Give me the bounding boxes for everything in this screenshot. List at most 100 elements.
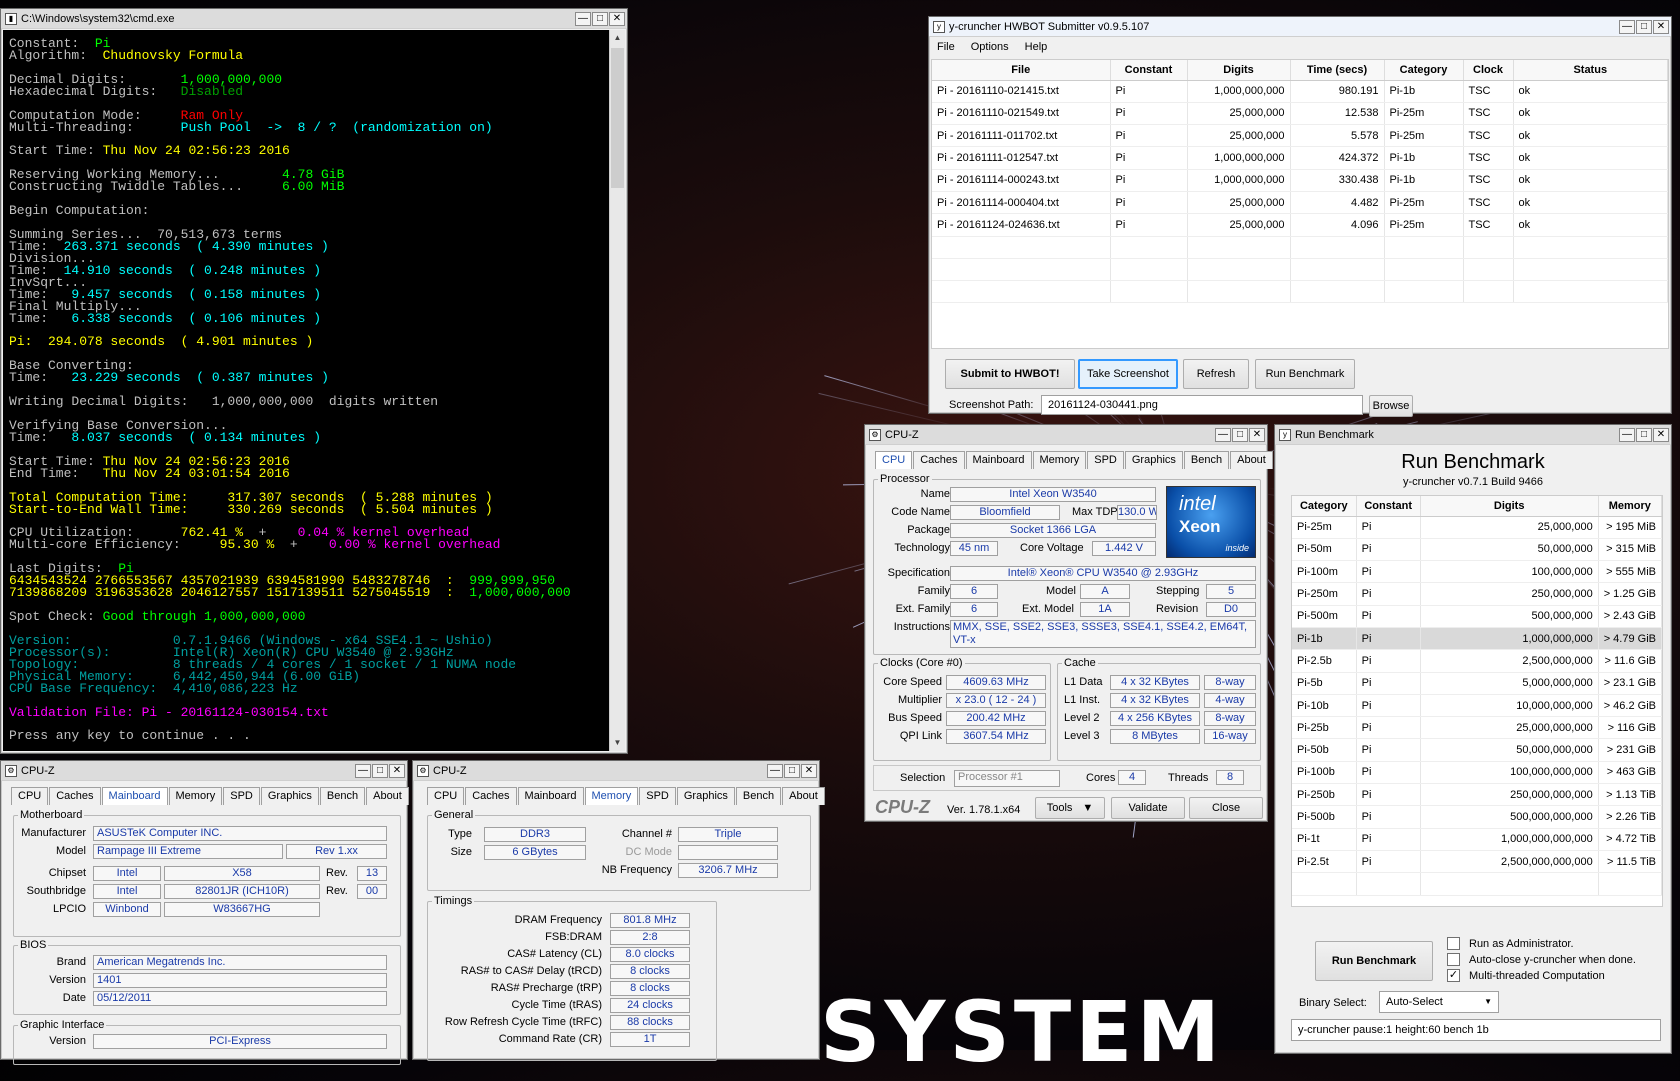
table-row[interactable]: Pi - 20161110-021549.txt Pi 25,000,000 12.5… <box>932 102 1668 126</box>
column-header[interactable]: Clock <box>1463 60 1514 81</box>
minimize-button[interactable]: — <box>1619 19 1635 34</box>
browse-button[interactable]: Browse <box>1369 395 1413 417</box>
cpuz-titlebar[interactable]: ⚙ CPU-Z — □ ✕ <box>865 425 1267 445</box>
processor-select[interactable]: Processor #1 <box>954 770 1060 787</box>
maximize-button[interactable]: □ <box>372 763 388 778</box>
close-button[interactable]: ✕ <box>1653 427 1669 442</box>
auto-close-checkbox[interactable] <box>1447 953 1460 966</box>
cpuz-close-button[interactable]: Close <box>1189 797 1263 819</box>
tab-memory[interactable]: Memory <box>584 787 639 805</box>
table-row[interactable]: Pi-1t Pi 1,000,000,000,000 > 4.72 TiB <box>1292 828 1662 851</box>
column-header[interactable]: Category <box>1384 60 1464 81</box>
column-header[interactable]: Memory <box>1598 496 1662 517</box>
tab-bench[interactable]: Bench <box>735 787 782 805</box>
run-benchmark-window[interactable]: y Run Benchmark — □ ✕ Run Benchmark y-crun… <box>1274 424 1672 1054</box>
console-scrollbar[interactable]: ▲ ▼ <box>609 30 625 751</box>
menu-file[interactable]: File <box>937 41 955 53</box>
cmd-window[interactable]: ▮ C:\Windows\system32\cmd.exe — □ ✕ Consta… <box>0 8 628 754</box>
tab-memory[interactable]: Memory <box>1032 451 1087 469</box>
tab-bench[interactable]: Bench <box>319 787 366 805</box>
table-row[interactable]: Pi-500m Pi 500,000,000 > 2.43 GiB <box>1292 605 1662 628</box>
cpuz-memory-window[interactable]: ⚙ CPU-Z — □ ✕ CPU Caches Mainboard Memory SPD G… <box>412 760 825 1061</box>
cmd-titlebar[interactable]: ▮ C:\Windows\system32\cmd.exe — □ ✕ <box>1 9 627 29</box>
multithreaded-checkbox[interactable]: ✓ <box>1447 969 1460 982</box>
table-row[interactable]: Pi - 20161111-012547.txt Pi 1,000,000,000 4… <box>932 146 1668 170</box>
tab-memory[interactable]: Memory <box>168 787 223 805</box>
run-as-admin-checkbox[interactable] <box>1447 937 1460 950</box>
column-header[interactable]: File <box>932 60 1111 81</box>
cpuz-mainboard-window[interactable]: ⚙ CPU-Z — □ ✕ CPU Caches Mainboard Memory SPD G… <box>0 760 409 1065</box>
column-header[interactable]: Constant <box>1356 496 1421 517</box>
tab-spd[interactable]: SPD <box>1087 451 1124 469</box>
tab-graphics[interactable]: Graphics <box>1124 451 1183 469</box>
tools-button[interactable]: Tools ▼ <box>1035 797 1105 819</box>
minimize-button[interactable]: — <box>1619 427 1635 442</box>
mem-titlebar[interactable]: ⚙ CPU-Z — □ ✕ <box>413 761 819 781</box>
benchmark-table-container[interactable]: Category Constant Digits Memory Pi-25m Pi 25,0… <box>1291 495 1663 907</box>
close-button[interactable]: ✕ <box>801 763 817 778</box>
menu-options[interactable]: Options <box>971 41 1009 53</box>
results-table-container[interactable]: File Constant Digits Time (secs) Category Clo… <box>931 59 1669 349</box>
column-header[interactable]: Status <box>1513 60 1668 81</box>
close-button[interactable]: ✕ <box>609 11 625 26</box>
table-row[interactable]: Pi-25b Pi 25,000,000,000 > 116 GiB <box>1292 716 1662 740</box>
scrollbar-thumb[interactable] <box>611 48 624 188</box>
table-row[interactable]: Pi-50b Pi 50,000,000,000 > 231 GiB <box>1292 738 1662 762</box>
tab-cpu[interactable]: CPU <box>427 787 465 805</box>
tab-cpu[interactable]: CPU <box>11 787 49 805</box>
table-row[interactable]: Pi-100b Pi 100,000,000,000 > 463 GiB <box>1292 761 1662 785</box>
tab-caches[interactable]: Caches <box>913 451 965 469</box>
refresh-button[interactable]: Refresh <box>1183 359 1249 389</box>
table-row[interactable]: Pi-250m Pi 250,000,000 > 1.25 GiB <box>1292 582 1662 606</box>
column-header[interactable]: Time (secs) <box>1290 60 1385 81</box>
console-output[interactable]: Constant: Pi Algorithm: Chudnovsky Formul… <box>3 30 609 751</box>
minimize-button[interactable]: — <box>1215 427 1231 442</box>
tab-graphics[interactable]: Graphics <box>676 787 735 805</box>
table-row[interactable]: Pi - 20161110-021415.txt Pi 1,000,000,000 9… <box>932 80 1668 103</box>
table-row[interactable]: Pi-250b Pi 250,000,000,000 > 1.13 TiB <box>1292 783 1662 807</box>
column-header[interactable]: Category <box>1292 496 1357 517</box>
tab-mainboard[interactable]: Mainboard <box>101 787 168 805</box>
bench-run-button[interactable]: Run Benchmark <box>1315 941 1433 981</box>
table-row[interactable]: Pi-1b Pi 1,000,000,000 > 4.79 GiB <box>1292 627 1662 651</box>
scroll-up-icon[interactable]: ▲ <box>610 30 625 46</box>
maximize-button[interactable]: □ <box>1636 19 1652 34</box>
bench-titlebar[interactable]: y Run Benchmark — □ ✕ <box>1275 425 1671 445</box>
tab-spd[interactable]: SPD <box>223 787 260 805</box>
close-button[interactable]: ✕ <box>1249 427 1265 442</box>
minimize-button[interactable]: — <box>575 11 591 26</box>
hwbot-window[interactable]: y y-cruncher HWBOT Submitter v0.9.5.107 … <box>928 16 1672 417</box>
table-row[interactable]: Pi - 20161111-011702.txt Pi 25,000,000 5.57… <box>932 124 1668 148</box>
table-row[interactable]: Pi - 20161114-000404.txt Pi 25,000,000 4.48… <box>932 191 1668 215</box>
benchmark-table[interactable]: Category Constant Digits Memory Pi-25m Pi 25,0… <box>1292 496 1662 896</box>
cpuz-cpu-window[interactable]: ⚙ CPU-Z — □ ✕ CPU Caches Mainboard Memory SPD G… <box>864 424 1273 822</box>
tab-mainboard[interactable]: Mainboard <box>965 451 1032 469</box>
scroll-down-icon[interactable]: ▼ <box>610 735 625 751</box>
binary-select-dropdown[interactable]: Auto-Select ▼ <box>1379 991 1499 1013</box>
run-benchmark-button[interactable]: Run Benchmark <box>1255 359 1355 389</box>
table-row[interactable]: Pi-2.5b Pi 2,500,000,000 > 11.6 GiB <box>1292 649 1662 673</box>
tab-spd[interactable]: SPD <box>639 787 676 805</box>
table-row[interactable]: Pi - 20161114-000243.txt Pi 1,000,000,000 3… <box>932 169 1668 192</box>
tab-cpu[interactable]: CPU <box>875 451 913 469</box>
mb-titlebar[interactable]: ⚙ CPU-Z — □ ✕ <box>1 761 407 781</box>
hwbot-titlebar[interactable]: y y-cruncher HWBOT Submitter v0.9.5.107 … <box>929 17 1671 37</box>
maximize-button[interactable]: □ <box>592 11 608 26</box>
table-row[interactable]: Pi-5b Pi 5,000,000,000 > 23.1 GiB <box>1292 672 1662 695</box>
table-row[interactable]: Pi-50m Pi 50,000,000 > 315 MiB <box>1292 538 1662 562</box>
column-header[interactable]: Digits <box>1420 496 1599 517</box>
maximize-button[interactable]: □ <box>1232 427 1248 442</box>
close-button[interactable]: ✕ <box>389 763 405 778</box>
maximize-button[interactable]: □ <box>1636 427 1652 442</box>
tab-caches[interactable]: Caches <box>49 787 101 805</box>
table-row[interactable]: Pi-2.5t Pi 2,500,000,000,000 > 11.5 TiB <box>1292 850 1662 874</box>
minimize-button[interactable]: — <box>355 763 371 778</box>
results-table[interactable]: File Constant Digits Time (secs) Category Clo… <box>932 60 1668 304</box>
maximize-button[interactable]: □ <box>784 763 800 778</box>
column-header[interactable]: Digits <box>1187 60 1291 81</box>
table-row[interactable]: Pi-100m Pi 100,000,000 > 555 MiB <box>1292 560 1662 584</box>
table-row[interactable]: Pi-10b Pi 10,000,000,000 > 46.2 GiB <box>1292 694 1662 718</box>
tab-about[interactable]: About <box>782 787 825 805</box>
tab-about[interactable]: About <box>1230 451 1273 469</box>
tab-mainboard[interactable]: Mainboard <box>517 787 584 805</box>
